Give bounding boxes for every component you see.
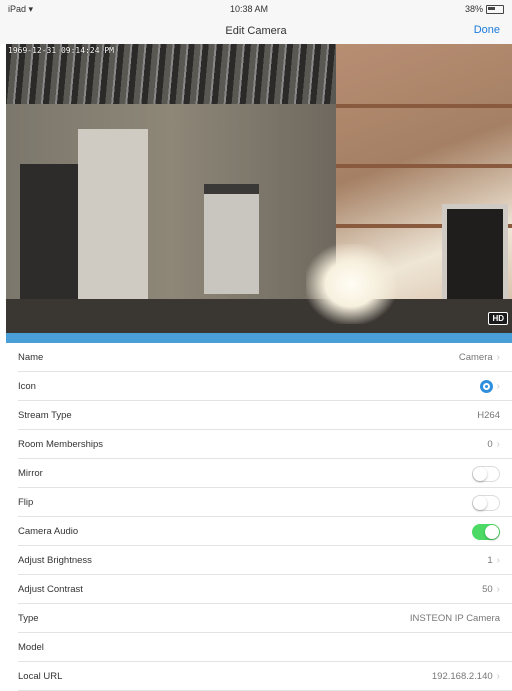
toggle-knob <box>473 495 487 510</box>
carrier-label: iPad <box>8 3 27 14</box>
chevron-right-icon: › <box>496 671 500 682</box>
setting-label: Model <box>18 642 44 653</box>
setting-value: INSTEON IP Camera <box>409 613 500 624</box>
setting-label: Room Memberships <box>18 439 103 450</box>
camera-scene-shelf <box>336 104 512 108</box>
setting-row-flip[interactable]: Flip <box>0 488 512 517</box>
setting-row-adjust-brightness[interactable]: Adjust Brightness 1 › <box>0 546 512 575</box>
setting-value: 1 <box>487 555 493 566</box>
wifi-icon: ▾ <box>28 3 34 14</box>
setting-row-camera-audio[interactable]: Camera Audio <box>0 517 512 546</box>
setting-label: Stream Type <box>18 410 72 421</box>
setting-value-container: 1 › <box>487 555 500 566</box>
setting-label: Name <box>18 352 44 363</box>
setting-row-adjust-contrast[interactable]: Adjust Contrast 50 › <box>0 575 512 604</box>
setting-value-container <box>472 523 500 540</box>
setting-toggle[interactable] <box>472 465 500 482</box>
setting-label: Icon <box>18 381 36 392</box>
camera-scene-shelf <box>336 164 512 168</box>
hd-badge[interactable]: HD <box>488 312 508 325</box>
camera-icon <box>479 380 493 393</box>
setting-value: 0 <box>487 439 493 450</box>
chevron-right-icon: › <box>496 381 500 392</box>
status-time: 10:38 AM <box>230 4 269 14</box>
settings-list: Name Camera › Icon › Stream Type H264 Room Memb… <box>0 343 512 691</box>
setting-row-room-memberships[interactable]: Room Memberships 0 › <box>0 430 512 459</box>
setting-value: H264 <box>477 410 500 421</box>
done-button[interactable]: Done <box>474 24 500 36</box>
setting-label: Local URL <box>18 671 63 682</box>
camera-feed[interactable]: 1969-12-31 09:14:24 PM HD <box>6 44 512 333</box>
setting-label: Mirror <box>18 468 43 479</box>
setting-row-stream-type[interactable]: Stream Type H264 <box>0 401 512 430</box>
setting-row-name[interactable]: Name Camera › <box>0 343 512 372</box>
setting-value-container: H264 <box>477 410 500 421</box>
nav-bar: Edit Camera Done <box>0 18 512 44</box>
setting-label: Type <box>18 613 39 624</box>
setting-value: 192.168.2.140 <box>431 671 493 682</box>
page-title: Edit Camera <box>225 25 287 37</box>
setting-value: Camera <box>458 352 493 363</box>
setting-label: Adjust Contrast <box>18 584 83 595</box>
setting-row-mirror[interactable]: Mirror <box>0 459 512 488</box>
camera-scene-door <box>78 129 148 309</box>
setting-value-container: 192.168.2.140 › <box>432 671 500 682</box>
setting-row-icon[interactable]: Icon › <box>0 372 512 401</box>
chevron-right-icon: › <box>496 352 500 363</box>
camera-scene-floor <box>6 299 512 333</box>
chevron-right-icon: › <box>496 555 500 566</box>
setting-value-container <box>472 494 500 511</box>
setting-value-container: 0 › <box>487 439 500 450</box>
camera-timestamp: 1969-12-31 09:14:24 PM <box>8 46 114 55</box>
setting-label: Flip <box>18 497 34 508</box>
setting-value-container: › <box>479 380 500 393</box>
setting-toggle[interactable] <box>472 494 500 511</box>
setting-row-type[interactable]: Type INSTEON IP Camera <box>0 604 512 633</box>
camera-scene-copier <box>204 184 259 294</box>
battery-icon <box>485 4 504 14</box>
status-bar: iPad ▾ 10:38 AM 38% <box>0 0 512 18</box>
battery-percent: 38% <box>464 4 483 14</box>
setting-value-container: INSTEON IP Camera <box>410 613 500 624</box>
chevron-right-icon: › <box>496 439 500 450</box>
setting-row-model[interactable]: Model <box>0 633 512 662</box>
chevron-right-icon: › <box>496 584 500 595</box>
setting-toggle[interactable] <box>472 523 500 540</box>
toggle-knob <box>485 524 499 539</box>
camera-scene-glare <box>306 244 396 324</box>
camera-scene-cabinet <box>20 164 78 314</box>
status-right: 38% <box>465 4 504 14</box>
setting-row-local-url[interactable]: Local URL 192.168.2.140 › <box>0 662 512 691</box>
camera-divider-strip <box>6 333 512 343</box>
setting-label: Camera Audio <box>18 526 79 537</box>
setting-value-container <box>472 465 500 482</box>
setting-label: Adjust Brightness <box>18 555 92 566</box>
status-carrier: iPad ▾ <box>8 4 33 15</box>
setting-value-container: Camera › <box>459 352 500 363</box>
setting-value: 50 <box>482 584 493 595</box>
setting-value-container: 50 › <box>482 584 500 595</box>
toggle-knob <box>473 466 487 481</box>
